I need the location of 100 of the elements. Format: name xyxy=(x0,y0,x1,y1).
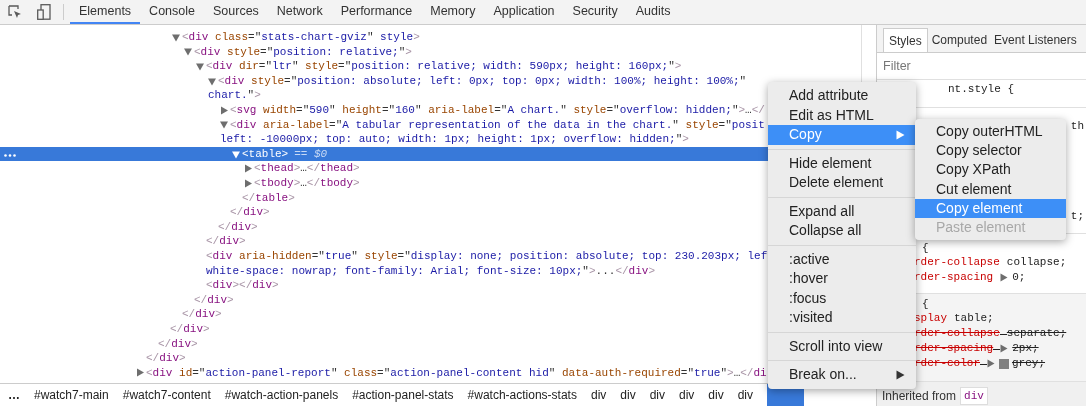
breadcrumb[interactable]: #watch-actions-stats xyxy=(467,384,577,406)
menu-item[interactable]: :active xyxy=(768,249,916,269)
element-tag-text: <div style="position: relative;"> xyxy=(194,44,412,60)
menu-item[interactable]: Copy XPath xyxy=(915,160,1066,180)
menu-item[interactable]: :hover xyxy=(768,269,916,289)
console-reference: == $0 xyxy=(294,146,328,162)
closing-tag-text: </div> xyxy=(182,307,222,323)
closing-tag-text: </table> xyxy=(242,190,295,206)
element-tag-text: white-space: nowrap; font-family: Arial; font-size: 10px;">...</div> xyxy=(206,263,655,279)
style-brace: { xyxy=(921,241,930,255)
style-value: table; xyxy=(954,311,994,327)
panel-tab[interactable]: Network xyxy=(267,0,332,24)
element-tag-text: <table> xyxy=(242,146,289,162)
breadcrumb[interactable]: #action-panel-stats xyxy=(352,384,454,406)
color-swatch[interactable] xyxy=(999,358,1009,369)
style-value: grey; xyxy=(1012,356,1046,372)
element-tag-text: <div style="position: absolute; left: 0px; top: 0px; width: 100%; height: 100%;" xyxy=(218,73,747,89)
breadcrumb[interactable]: div xyxy=(620,384,636,406)
style-property: rder-collapse xyxy=(914,326,1000,342)
panel-tab[interactable]: Application xyxy=(484,0,564,24)
element-tag-text: <tbody>…</tbody> xyxy=(254,176,360,191)
sidebar-tab[interactable]: Computed xyxy=(928,28,991,52)
style-value: 0; xyxy=(1012,270,1026,286)
expanded-triangle-icon[interactable] xyxy=(232,149,242,159)
closing-tag-text: </div> xyxy=(170,321,210,337)
style-value: separate; xyxy=(1006,326,1067,342)
closing-tag-text: </div> xyxy=(158,336,198,352)
expand-triangle-icon[interactable] xyxy=(1000,273,1009,282)
closing-tag-text: </div> xyxy=(206,234,246,250)
sidebar-tab[interactable]: Styles xyxy=(883,28,928,52)
closing-tag-text: </div> xyxy=(218,219,258,235)
breadcrumb[interactable]: div xyxy=(679,384,695,406)
expand-triangle-icon[interactable] xyxy=(987,359,995,368)
element-tag-text: <div aria-hidden="true" style="display: none; position: absolute; top: 230.203px; lef xyxy=(206,248,768,264)
more-dots-icon[interactable] xyxy=(4,153,16,157)
menu-item[interactable]: Edit as HTML xyxy=(768,105,916,125)
element-tag-text: <svg width="590" height="160" aria-label="A chart." style="overflow: hidden;">…</ xyxy=(230,103,765,118)
breadcrumb[interactable]: #watch7-main xyxy=(34,384,109,406)
menu-item[interactable]: Expand all xyxy=(768,201,916,221)
style-value: 2px; xyxy=(1012,341,1039,357)
style-property: splay xyxy=(914,311,947,327)
expanded-triangle-icon[interactable] xyxy=(172,32,182,42)
inspect-icon[interactable] xyxy=(8,4,23,20)
menu-item[interactable]: :focus xyxy=(768,288,916,308)
style-brace: { xyxy=(921,297,930,311)
style-property: rder-collapse xyxy=(914,255,1000,271)
menu-item[interactable]: Add attribute xyxy=(768,86,916,106)
element-tag-text: chart."> xyxy=(208,88,261,104)
menu-item[interactable]: Hide element xyxy=(768,153,916,173)
panel-tab[interactable]: Audits xyxy=(626,0,680,24)
expanded-triangle-icon[interactable] xyxy=(196,62,206,71)
collapsed-triangle-icon[interactable] xyxy=(244,178,254,188)
panel-tab[interactable]: Elements xyxy=(70,0,141,24)
style-text: th xyxy=(1070,119,1085,133)
expanded-triangle-icon[interactable] xyxy=(208,76,218,86)
breadcrumb[interactable]: … xyxy=(8,384,20,406)
expanded-triangle-icon[interactable] xyxy=(220,120,230,130)
collapsed-triangle-icon[interactable] xyxy=(220,105,230,115)
style-property: rder-spacing xyxy=(914,270,994,286)
breadcrumb[interactable]: #watch7-content xyxy=(122,384,211,406)
inherited-label: Inherited from xyxy=(882,388,957,405)
closing-tag-text: </div> xyxy=(146,351,186,367)
element-tag-text: <div class="stats-chart-gviz" style> xyxy=(182,30,420,46)
menu-item[interactable]: :visited xyxy=(768,308,916,328)
closing-tag-text: </div> xyxy=(194,292,234,308)
expand-triangle-icon[interactable] xyxy=(1000,344,1009,353)
breadcrumb[interactable]: div xyxy=(708,384,724,406)
sidebar-tab[interactable]: Event Listeners xyxy=(991,28,1080,52)
closing-tag-text: </div> xyxy=(230,205,270,221)
style-text: t; xyxy=(1070,209,1085,223)
panel-tab[interactable]: Security xyxy=(563,0,627,24)
breadcrumb[interactable]: div xyxy=(590,384,607,406)
element-tag-text: <div></div> xyxy=(206,278,279,294)
breadcrumb[interactable]: div xyxy=(737,384,753,406)
menu-item[interactable]: Collapse all xyxy=(768,221,916,241)
menu-item[interactable]: Scroll into view xyxy=(768,336,916,356)
breadcrumb[interactable]: #watch-action-panels xyxy=(224,384,339,406)
element-tag-text: <div dir="ltr" style="position: relative; width: 590px; height: 160px;"> xyxy=(206,59,682,75)
menu-item[interactable]: Break on... xyxy=(768,365,916,385)
collapsed-triangle-icon[interactable] xyxy=(244,164,254,174)
panel-tab[interactable]: Sources xyxy=(204,0,268,24)
style-selector: nt.style { xyxy=(947,82,1015,96)
style-property: rder-spacing xyxy=(914,341,994,357)
panel-tab[interactable]: Console xyxy=(140,0,204,24)
style-value: collapse; xyxy=(1006,255,1067,271)
element-tag-text: <thead>…</thead> xyxy=(254,161,360,177)
collapsed-triangle-icon[interactable] xyxy=(136,368,146,378)
element-link[interactable]: div xyxy=(960,386,988,405)
panel-tab[interactable]: Performance xyxy=(331,0,422,24)
element-tag-text: <div id="action-panel-report" class="action-panel-content hid" data-auth-required="true">…</di xyxy=(146,365,767,381)
menu-item[interactable]: Delete element xyxy=(768,173,916,193)
device-icon[interactable] xyxy=(37,4,51,20)
panel-tab[interactable]: Memory xyxy=(421,0,485,24)
menu-item[interactable]: Cut element xyxy=(915,179,1066,199)
expanded-triangle-icon[interactable] xyxy=(184,47,194,57)
element-tag-text: <div aria-label="A tabular representation of the data in the chart." style="posit xyxy=(230,117,765,133)
menu-item[interactable]: Copy selector xyxy=(915,141,1066,161)
menu-item[interactable]: Copy outerHTML xyxy=(915,122,1066,142)
style-property: rder-color xyxy=(914,356,980,372)
breadcrumb[interactable]: div xyxy=(649,384,665,406)
